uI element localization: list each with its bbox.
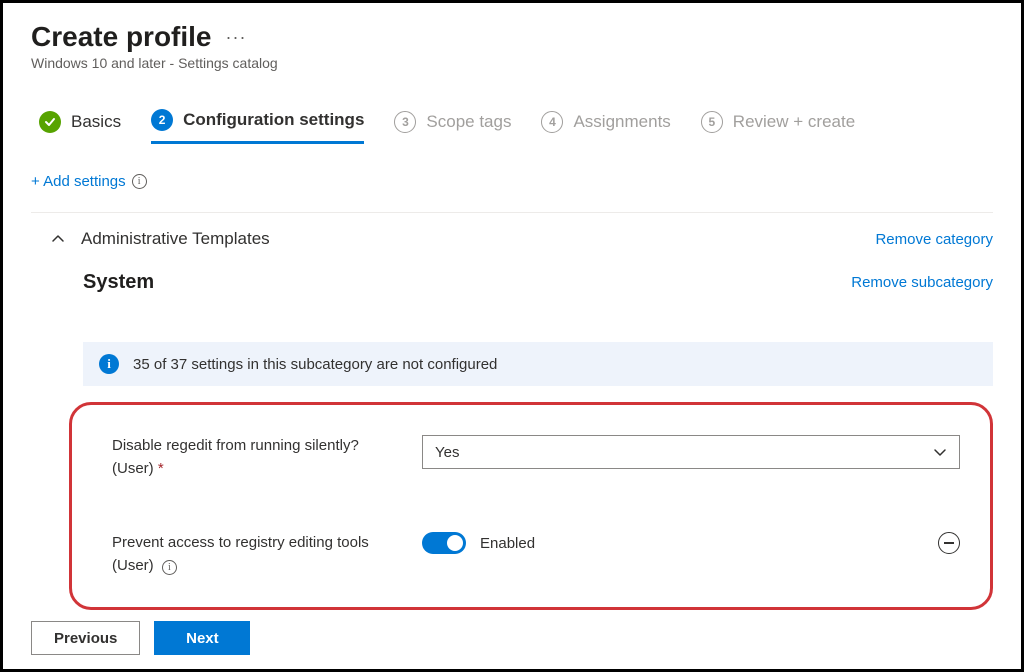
info-banner: i 35 of 37 settings in this subcategory … [83,342,993,386]
wizard-footer: Previous Next [31,621,250,655]
wizard-tabs: Basics 2 Configuration settings 3 Scope … [31,109,993,145]
prevent-regedit-toggle[interactable] [422,532,466,554]
previous-button[interactable]: Previous [31,621,140,655]
toggle-knob [447,535,463,551]
category-title: Administrative Templates [81,229,270,249]
tab-review-create[interactable]: 5 Review + create [701,109,855,144]
tab-label: Basics [71,112,121,132]
select-value: Yes [435,444,459,461]
step-number-icon: 4 [541,111,563,133]
tab-scope-tags[interactable]: 3 Scope tags [394,109,511,144]
step-number-icon: 5 [701,111,723,133]
chevron-down-icon [933,445,947,459]
tab-label: Review + create [733,112,855,132]
next-button[interactable]: Next [154,621,250,655]
chevron-up-icon[interactable] [51,232,65,246]
page-subtitle: Windows 10 and later - Settings catalog [31,55,993,71]
setting-label-line1: Disable regedit from running silently? [112,437,359,454]
add-settings-link[interactable]: + Add settings [31,173,126,190]
tab-configuration-settings[interactable]: 2 Configuration settings [151,109,364,144]
tab-label: Configuration settings [183,110,364,130]
checkmark-icon [39,111,61,133]
tab-label: Scope tags [426,112,511,132]
remove-subcategory-link[interactable]: Remove subcategory [851,274,993,291]
setting-label-line2: (User) [112,557,154,574]
page-title: Create profile [31,21,212,53]
toggle-state-label: Enabled [480,535,535,552]
setting-label: Prevent access to registry editing tools… [112,532,402,577]
regedit-silent-select[interactable]: Yes [422,435,960,469]
divider [31,212,993,213]
remove-category-link[interactable]: Remove category [875,231,993,248]
info-icon[interactable]: i [132,174,147,189]
tab-basics[interactable]: Basics [39,109,121,144]
required-mark: * [158,460,164,477]
subcategory-title: System [83,271,154,294]
info-banner-text: 35 of 37 settings in this subcategory ar… [133,356,497,373]
info-icon: i [99,354,119,374]
minus-icon [944,542,954,544]
step-number-icon: 3 [394,111,416,133]
settings-highlight-box: Disable regedit from running silently? (… [69,402,993,610]
remove-setting-button[interactable] [938,532,960,554]
setting-label-line1: Prevent access to registry editing tools [112,534,369,551]
setting-disable-regedit-silent: Disable regedit from running silently? (… [112,435,960,480]
setting-prevent-regedit-access: Prevent access to registry editing tools… [112,532,960,577]
step-number-icon: 2 [151,109,173,131]
tab-label: Assignments [573,112,670,132]
setting-label: Disable regedit from running silently? (… [112,435,402,480]
setting-label-line2: (User) [112,460,154,477]
more-actions-button[interactable]: ··· [226,27,247,48]
info-icon[interactable]: i [162,560,177,575]
tab-assignments[interactable]: 4 Assignments [541,109,670,144]
